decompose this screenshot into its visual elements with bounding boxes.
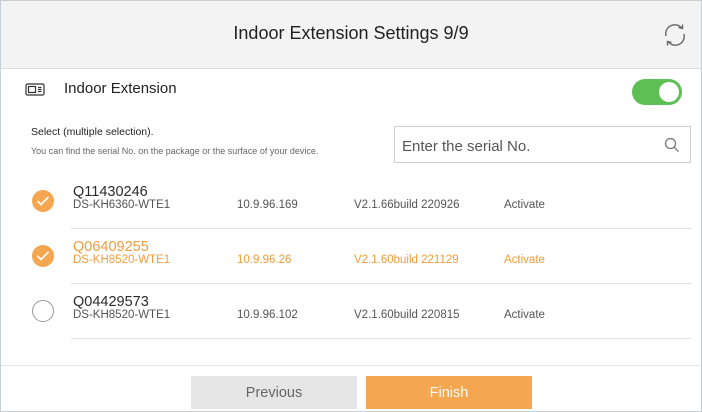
device-row[interactable]: Q06409255 DS-KH8520-WTE1 10.9.96.26 V2.1… bbox=[1, 229, 701, 284]
device-checkbox[interactable] bbox=[32, 245, 54, 267]
device-model: DS-KH6360-WTE1 bbox=[73, 199, 171, 211]
device-row[interactable]: Q04429573 DS-KH8520-WTE1 10.9.96.102 V2.… bbox=[1, 284, 701, 339]
device-status: Activate bbox=[504, 199, 545, 211]
serial-search-box[interactable] bbox=[394, 126, 691, 163]
device-checkbox[interactable] bbox=[32, 300, 54, 322]
device-icon bbox=[25, 83, 45, 101]
header-bar: Indoor Extension Settings 9/9 bbox=[1, 1, 701, 69]
device-version: V2.1.66build 220926 bbox=[354, 199, 460, 211]
selection-hint: Select (multiple selection). bbox=[31, 126, 154, 138]
device-ip: 10.9.96.169 bbox=[237, 199, 298, 211]
device-status: Activate bbox=[504, 254, 545, 266]
previous-button[interactable]: Previous bbox=[191, 376, 357, 409]
indoor-extension-label: Indoor Extension bbox=[64, 80, 177, 97]
device-model: DS-KH8520-WTE1 bbox=[73, 254, 171, 266]
device-ip: 10.9.96.102 bbox=[237, 309, 298, 321]
toggle-knob bbox=[659, 82, 679, 102]
page-title: Indoor Extension Settings 9/9 bbox=[233, 23, 469, 43]
device-serial: Q11430246 bbox=[73, 184, 148, 200]
row-divider bbox=[71, 338, 691, 339]
indoor-extension-toggle[interactable] bbox=[632, 79, 682, 105]
device-checkbox[interactable] bbox=[32, 190, 54, 212]
device-version: V2.1.60build 221129 bbox=[354, 254, 459, 266]
app-window: Indoor Extension Settings 9/9 Indoor Ext… bbox=[0, 0, 702, 412]
footer-divider bbox=[1, 365, 701, 366]
search-icon[interactable] bbox=[664, 137, 680, 158]
serial-search-input[interactable] bbox=[400, 133, 654, 159]
finish-button[interactable]: Finish bbox=[366, 376, 532, 409]
device-serial: Q04429573 bbox=[73, 294, 149, 310]
serial-location-hint: You can find the serial No. on the packa… bbox=[31, 146, 319, 156]
device-row[interactable]: Q11430246 DS-KH6360-WTE1 10.9.96.169 V2.… bbox=[1, 174, 701, 229]
refresh-icon[interactable] bbox=[661, 21, 689, 49]
device-status: Activate bbox=[504, 309, 545, 321]
device-ip: 10.9.96.26 bbox=[237, 254, 292, 266]
device-model: DS-KH8520-WTE1 bbox=[73, 309, 171, 321]
device-version: V2.1.60build 220815 bbox=[354, 309, 460, 321]
indoor-extension-row: Indoor Extension bbox=[1, 69, 701, 111]
device-serial: Q06409255 bbox=[73, 239, 149, 255]
